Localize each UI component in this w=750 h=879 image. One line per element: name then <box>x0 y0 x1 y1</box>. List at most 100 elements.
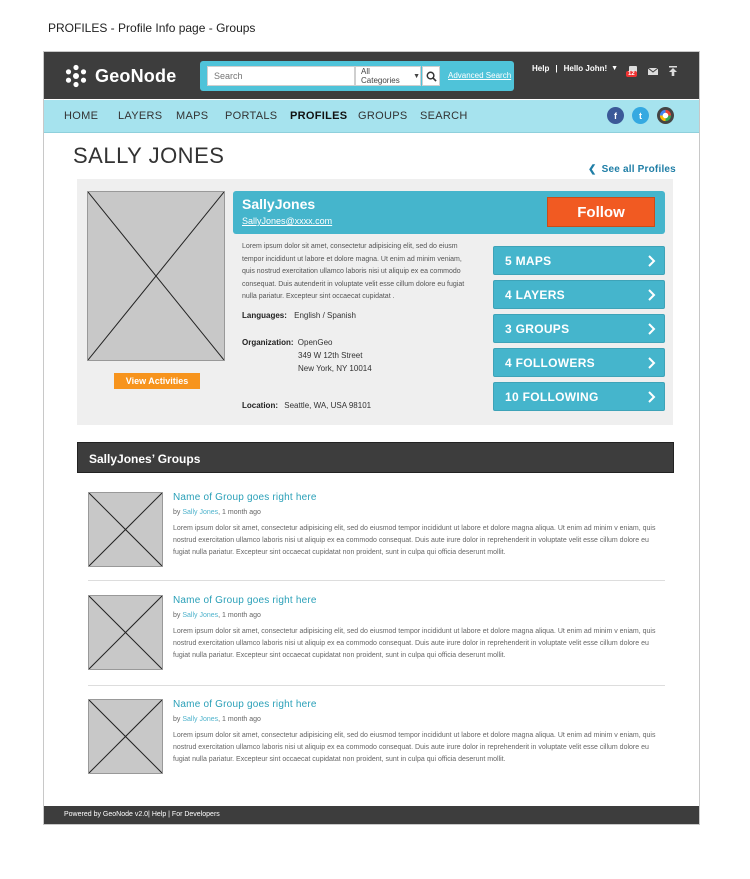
nav-groups[interactable]: GROUPS <box>358 110 407 122</box>
page-label: PROFILES - Profile Info page - Groups <box>48 21 256 35</box>
image-placeholder-icon <box>88 492 163 567</box>
chevron-right-icon <box>648 391 656 403</box>
user-greeting-dropdown[interactable]: Hello John! <box>564 64 608 73</box>
header-icons: 12 <box>626 64 687 77</box>
group-author-link[interactable]: Sally Jones <box>182 612 218 619</box>
stat-layers-button[interactable]: 4 LAYERS <box>493 280 665 309</box>
page-title: SALLY JONES <box>73 143 225 168</box>
stat-label: 5 MAPS <box>505 253 552 268</box>
groups-section-title: SallyJones’ Groups <box>89 452 201 466</box>
category-select-value: All Categories <box>361 67 400 85</box>
group-thumbnail[interactable] <box>88 699 163 774</box>
bio-line: consequat. Duis autenderit in voluptate … <box>242 280 465 288</box>
google-plus-icon[interactable] <box>657 107 674 124</box>
stat-following-button[interactable]: 10 FOLLOWING <box>493 382 665 411</box>
organization-field: Organization: OpenGeo <box>242 338 333 347</box>
top-bar: GeoNode All Categories ▼ Advanced Search… <box>44 52 699 99</box>
chevron-right-icon <box>648 289 656 301</box>
location-field: Location: Seattle, WA, USA 98101 <box>242 401 371 410</box>
stat-label: 3 GROUPS <box>505 321 570 336</box>
follow-button[interactable]: Follow <box>547 197 655 227</box>
nav-portals[interactable]: PORTALS <box>225 110 277 122</box>
divider <box>88 685 665 686</box>
group-meta: by Sally Jones, 1 month ago <box>173 716 261 723</box>
group-meta-time: , 1 month ago <box>218 612 261 619</box>
chevron-down-icon: ▼ <box>611 65 619 72</box>
chevron-left-icon: ❮ <box>588 164 597 175</box>
location-label: Location: <box>242 401 278 410</box>
stat-maps-button[interactable]: 5 MAPS <box>493 246 665 275</box>
stat-label: 10 FOLLOWING <box>505 389 599 404</box>
group-meta-time: , 1 month ago <box>218 509 261 516</box>
group-name-link[interactable]: Name of Group goes right here <box>173 492 317 503</box>
group-meta-by: by <box>173 716 183 723</box>
logo-text: GeoNode <box>95 65 177 86</box>
organization-city: New York, NY 10014 <box>298 364 372 373</box>
organization-name: OpenGeo <box>297 338 333 347</box>
avatar-placeholder <box>87 191 225 361</box>
nav-home[interactable]: HOME <box>64 110 98 122</box>
group-meta-time: , 1 month ago <box>218 716 261 723</box>
group-author-link[interactable]: Sally Jones <box>182 509 218 516</box>
image-placeholder-icon <box>88 699 163 774</box>
group-meta: by Sally Jones, 1 month ago <box>173 509 261 516</box>
search-input[interactable] <box>207 66 355 86</box>
group-meta: by Sally Jones, 1 month ago <box>173 612 261 619</box>
category-select[interactable]: All Categories ▼ <box>355 66 421 86</box>
group-name-link[interactable]: Name of Group goes right here <box>173 699 317 710</box>
bio-line: tempor incididunt ut labore et dolore ma… <box>242 255 462 263</box>
browser-frame: GeoNode All Categories ▼ Advanced Search… <box>43 51 700 825</box>
group-thumbnail[interactable] <box>88 492 163 567</box>
chevron-right-icon <box>648 323 656 335</box>
upload-icon[interactable] <box>667 64 679 76</box>
advanced-search-link[interactable]: Advanced Search <box>448 71 511 80</box>
nav-layers[interactable]: LAYERS <box>118 110 162 122</box>
facebook-icon[interactable]: f <box>607 107 624 124</box>
image-placeholder-icon <box>87 191 225 361</box>
languages-label: Languages: <box>242 311 287 320</box>
chevron-right-icon <box>648 357 656 369</box>
nav-maps[interactable]: MAPS <box>176 110 208 122</box>
image-placeholder-icon <box>88 595 163 670</box>
google-ring-icon <box>659 109 672 122</box>
notifications-icon[interactable]: 12 <box>626 64 639 77</box>
chevron-right-icon <box>648 255 656 267</box>
profile-name-card: SallyJones SallyJones@xxxx.com Follow <box>233 191 665 234</box>
group-thumbnail[interactable] <box>88 595 163 670</box>
group-description: Lorem ipsum dolor sit amet, consectetur … <box>173 732 656 763</box>
bio-line: nulla pariatur. Excepteur sint occaecat … <box>242 293 395 300</box>
view-activities-button[interactable]: View Activities <box>114 373 200 389</box>
profile-bio: Lorem ipsum dolor sit amet, consectetur … <box>242 241 492 304</box>
group-meta-by: by <box>173 509 183 516</box>
stat-label: 4 LAYERS <box>505 287 565 302</box>
profile-email-link[interactable]: SallyJones@xxxx.com <box>242 216 332 226</box>
group-name-link[interactable]: Name of Group goes right here <box>173 595 317 606</box>
stat-groups-button[interactable]: 3 GROUPS <box>493 314 665 343</box>
nav-search[interactable]: SEARCH <box>420 110 468 122</box>
help-link[interactable]: Help <box>532 64 549 73</box>
search-button[interactable] <box>422 66 440 86</box>
geonode-logo[interactable]: GeoNode <box>64 64 176 88</box>
group-author-link[interactable]: Sally Jones <box>182 716 218 723</box>
snowflake-logo-icon <box>65 64 87 88</box>
organization-label: Organization: <box>242 338 294 347</box>
envelope-icon <box>647 67 659 75</box>
languages-field: Languages: English / Spanish <box>242 311 356 320</box>
stat-followers-button[interactable]: 4 FOLLOWERS <box>493 348 665 377</box>
twitter-icon[interactable]: t <box>632 107 649 124</box>
messages-icon[interactable] <box>647 64 659 76</box>
languages-value: English / Spanish <box>294 311 356 320</box>
nav-profiles[interactable]: PROFILES <box>290 110 347 122</box>
profile-card: View Activities SallyJones SallyJones@xx… <box>77 179 673 425</box>
group-description: Lorem ipsum dolor sit amet, consectetur … <box>173 628 656 659</box>
footer-text: Powered by GeoNode v2.0| Help | For Deve… <box>64 811 220 818</box>
divider <box>88 580 665 581</box>
upload-arrow-icon <box>669 66 677 76</box>
footer: Powered by GeoNode v2.0| Help | For Deve… <box>44 806 699 824</box>
notification-badge: 12 <box>626 71 637 77</box>
main-nav: HOME LAYERS MAPS PORTALS PROFILES GROUPS… <box>44 100 699 133</box>
group-description: Lorem ipsum dolor sit amet, consectetur … <box>173 525 656 556</box>
see-all-profiles-link[interactable]: ❮ See all Profiles <box>588 164 676 175</box>
bio-line: quis nostrud exercitation ullamco labori… <box>242 268 461 275</box>
group-meta-by: by <box>173 612 183 619</box>
